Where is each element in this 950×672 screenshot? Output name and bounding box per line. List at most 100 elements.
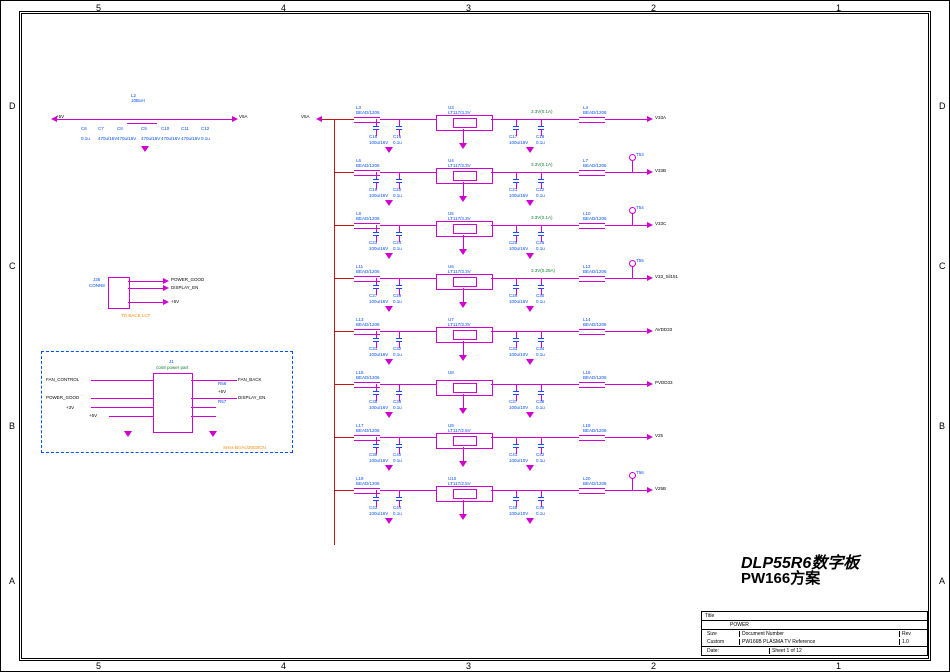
rail-v5a: V5A [301,114,310,119]
wire [380,490,436,491]
gnd-icon [459,355,467,361]
tb-size-v: Custom [705,639,740,645]
wire [516,331,517,338]
wire [632,266,633,278]
wire [541,341,542,348]
co2v: 0.1u [536,352,545,357]
ruler-l-C: C [9,261,16,271]
wire [399,235,400,242]
ci2v: 0.1u [393,352,402,357]
wire [516,447,517,454]
wire [399,129,400,136]
ci2: C40 [393,452,401,457]
ci2v: 0.1u [393,246,402,251]
ci2: C16 [393,134,401,139]
bead-out [579,223,605,229]
ruler-r-D: D [939,101,946,111]
conn-j1-body [153,373,193,433]
wire [463,447,464,461]
wire [516,278,517,285]
bead-out [579,170,605,176]
wire [605,437,647,438]
wire [516,119,517,126]
gnd-icon [526,306,534,312]
reg-tab [453,436,477,446]
wire [399,225,400,232]
wire [376,384,377,391]
wire [376,225,377,232]
schematic-sheet: 5 4 3 2 1 5 4 3 2 1 D C B A D C B A +5V … [0,0,950,672]
wire [399,384,400,391]
ci1v: 100u/16V [369,458,388,463]
c6v: 0.1u [81,136,90,141]
wire [376,437,377,444]
gnd-icon [385,306,393,312]
lin-val: BEAD/1206 [356,269,380,274]
wire [399,119,400,126]
wire [463,129,464,143]
wire [541,235,542,242]
c7v: 470u/16V [98,136,117,141]
gnd-icon [459,408,467,414]
wire [541,447,542,454]
co2v: 0.1u [536,193,545,198]
gnd-icon [526,359,534,365]
note: 3.3V(0.1A) [531,215,553,220]
rail-branch [334,490,354,491]
j1-de: DISPLAY_EN [238,395,265,400]
ruler-l-A: A [9,576,15,586]
ci2: C28 [393,293,401,298]
wire [463,341,464,355]
u-ref: U8 [448,370,454,375]
net-out: V33A [655,115,666,120]
note: 3.3V(0.1A) [531,109,553,114]
ruler-top-5: 5 [96,3,101,13]
ruler-l-D: D [9,101,16,111]
wire [516,288,517,295]
wire [109,416,153,417]
co1v: 100u/16V [509,246,528,251]
wire [376,278,377,285]
wire [91,398,153,399]
wire [399,490,400,497]
ci2v: 0.1u [393,140,402,145]
tb-size-l: Size [705,631,740,637]
net-arrow [647,222,653,228]
wire [516,384,517,391]
tb-doc-l: Document Number [740,631,899,637]
wire [541,278,542,285]
lout-val: BEAD/1206 [583,269,607,274]
rail-branch [334,172,354,173]
c9v: 470u/16V [141,136,160,141]
c7: C7 [98,126,104,131]
c10: C10 [161,126,169,131]
gnd-icon [526,412,534,418]
reg-tab [453,224,477,234]
net-out: V25 [655,433,663,438]
j1-r57: R57 [218,399,226,404]
gnd-icon [385,253,393,259]
wire [463,288,464,302]
wire [380,278,436,279]
c6: C6 [81,126,87,131]
ci2: C32 [393,346,401,351]
j1-note: SHxx Bc/Ac/2003/CN [223,445,266,450]
ci1v: 100u/16V [369,140,388,145]
co2v: 0.1u [536,140,545,145]
wire [376,394,377,401]
rail-branch [334,278,354,279]
co1v: 100u/16V [509,299,528,304]
lout-val: BEAD/1206 [583,110,607,115]
wire [516,172,517,179]
ci1v: 100u/16V [369,246,388,251]
ci2: C24 [393,240,401,245]
wire [376,447,377,454]
lin-val: BEAD/1206 [356,481,380,486]
net-out: AVDD33 [655,327,672,332]
wire [57,119,127,120]
wire [128,302,163,303]
c12: C12 [201,126,209,131]
rail-branch [334,119,354,120]
gnd-icon [141,146,149,152]
net-out: V33B [655,168,666,173]
